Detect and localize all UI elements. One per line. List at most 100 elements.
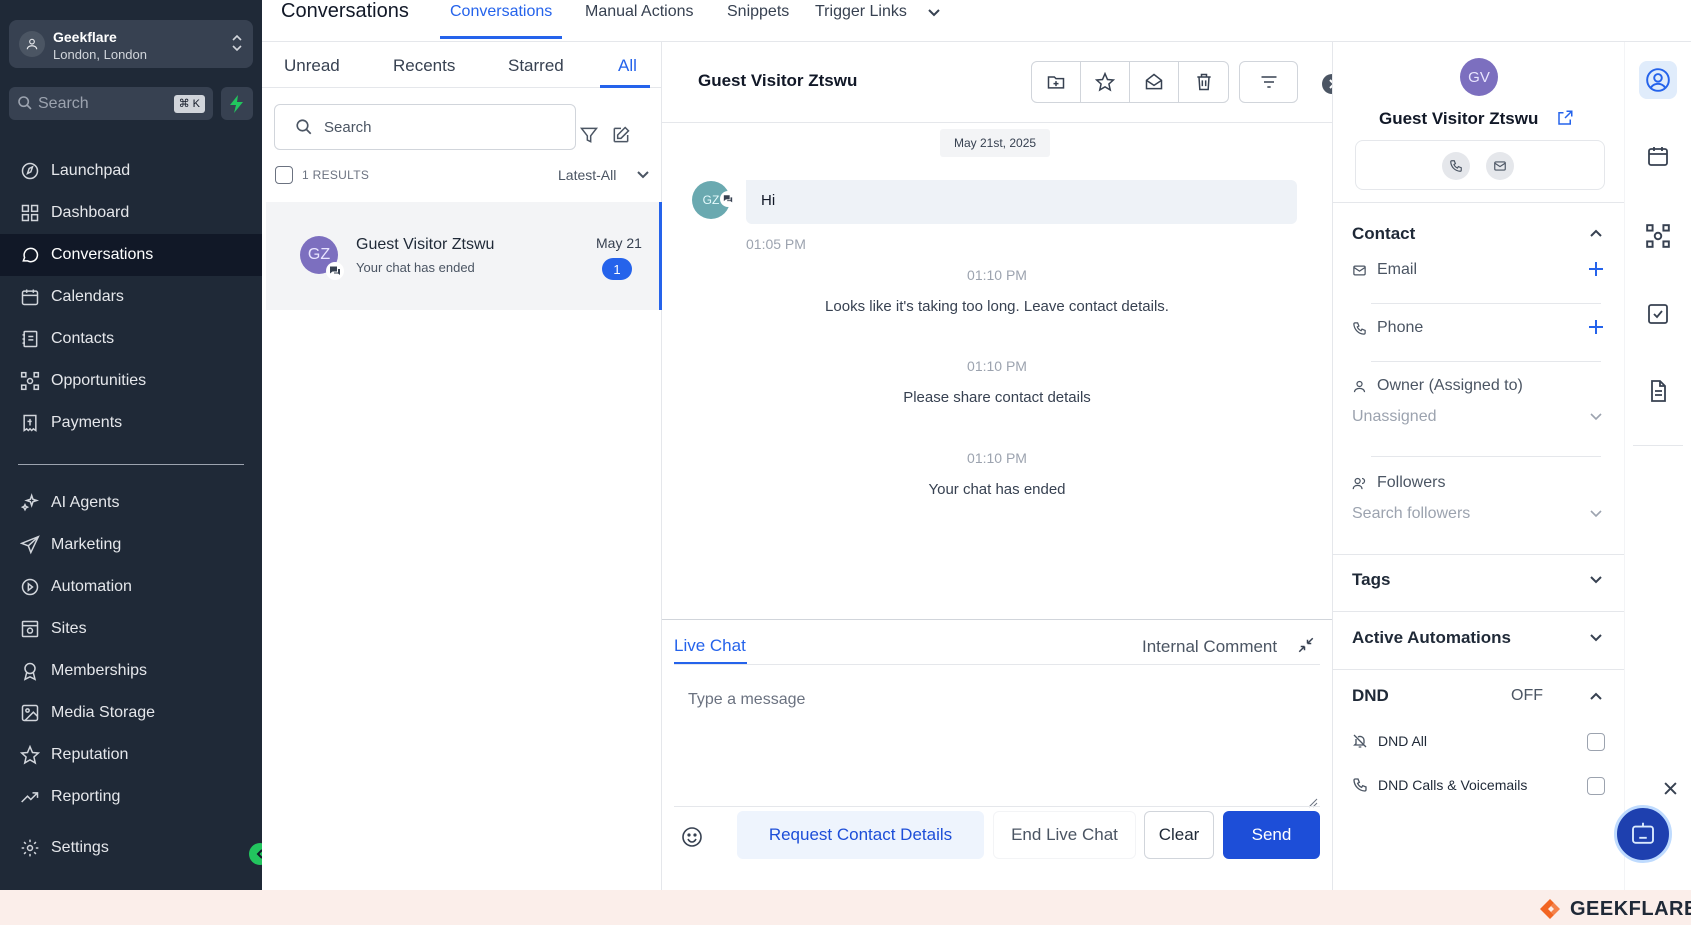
sidebar-item-ai-agents[interactable]: AI Agents (0, 482, 262, 524)
contact-profile-icon[interactable] (1639, 61, 1677, 99)
external-link-icon[interactable] (1556, 109, 1574, 127)
sidebar-search[interactable]: Search ⌘ K (9, 87, 213, 120)
trash-icon (1196, 73, 1211, 91)
sidebar-item-sites[interactable]: Sites (0, 608, 262, 650)
message-filter-button[interactable] (1239, 61, 1298, 103)
chevron-down-icon[interactable] (1589, 507, 1603, 521)
chevron-down-icon[interactable] (927, 6, 941, 20)
tab-conversations[interactable]: Conversations (450, 3, 552, 21)
sidebar-item-label: Calendars (51, 288, 124, 305)
delete-button[interactable] (1179, 62, 1228, 102)
section-tags-title[interactable]: Tags (1352, 570, 1390, 590)
system-message-time: 01:10 PM (967, 450, 1027, 466)
clear-button[interactable]: Clear (1144, 811, 1214, 859)
phone-field[interactable]: Phone (1352, 319, 1423, 337)
user-icon (1352, 379, 1367, 394)
mail-icon[interactable] (1486, 152, 1514, 180)
move-to-folder-button[interactable] (1032, 62, 1081, 102)
sidebar-item-dashboard[interactable]: Dashboard (0, 192, 262, 234)
message-input[interactable]: Type a message (688, 691, 805, 709)
account-name: Geekflare (53, 29, 117, 45)
add-phone-icon[interactable] (1588, 319, 1604, 335)
conversation-list-item[interactable]: GZ Guest Visitor Ztswu Your chat has end… (266, 202, 662, 310)
tab-trigger-links[interactable]: Trigger Links (815, 3, 907, 21)
email-label: Email (1377, 261, 1418, 278)
section-automations-title[interactable]: Active Automations (1352, 628, 1511, 648)
sidebar-item-label: Conversations (51, 246, 154, 263)
sparkle-icon (18, 491, 42, 515)
send-icon (18, 533, 42, 557)
dnd-all-checkbox[interactable] (1587, 733, 1605, 751)
opportunities-icon[interactable] (1639, 217, 1677, 255)
account-switcher[interactable]: Geekflare London, London (9, 20, 253, 68)
chevron-down-icon[interactable] (1589, 573, 1603, 587)
unread-badge: 1 (602, 258, 632, 280)
sidebar-item-payments[interactable]: Payments (0, 402, 262, 444)
sidebar-item-media-storage[interactable]: Media Storage (0, 692, 262, 734)
tab-snippets[interactable]: Snippets (727, 3, 789, 21)
select-all-checkbox[interactable] (275, 166, 293, 184)
contacts-icon (18, 327, 42, 351)
filter-lines-icon (1261, 76, 1276, 88)
sidebar-item-reporting[interactable]: Reporting (0, 776, 262, 818)
sort-select[interactable]: Latest-All (558, 167, 616, 183)
dnd-status: OFF (1511, 687, 1543, 704)
close-icon[interactable] (1664, 782, 1677, 795)
section-dnd-title[interactable]: DND (1352, 686, 1389, 706)
search-icon (295, 118, 313, 136)
quick-action-button[interactable] (221, 87, 253, 120)
owner-select[interactable]: Unassigned (1352, 408, 1437, 426)
followers-field-label: Followers (1352, 474, 1445, 492)
section-contact-title[interactable]: Contact (1352, 224, 1415, 244)
sidebar-item-launchpad[interactable]: Launchpad (0, 150, 262, 192)
subtab-recents[interactable]: Recents (393, 56, 455, 76)
message-time: 01:05 PM (746, 236, 806, 252)
conversation-list-panel: Unread Recents Starred All Search 1 RESU… (262, 42, 662, 890)
chevron-down-icon[interactable] (1589, 631, 1603, 645)
sidebar-item-opportunities[interactable]: Opportunities (0, 360, 262, 402)
bolt-icon (230, 94, 243, 113)
sidebar-item-memberships[interactable]: Memberships (0, 650, 262, 692)
assistant-launcher-button[interactable] (1614, 805, 1672, 863)
subtab-all[interactable]: All (618, 56, 637, 76)
end-live-chat-button[interactable]: End Live Chat (993, 811, 1136, 859)
add-email-icon[interactable] (1588, 261, 1604, 277)
sidebar-item-reputation[interactable]: Reputation (0, 734, 262, 776)
dnd-all-label: DND All (1378, 733, 1428, 749)
mark-unread-button[interactable] (1130, 62, 1179, 102)
chevron-down-icon[interactable] (1589, 410, 1603, 424)
followers-search-input[interactable]: Search followers (1352, 505, 1470, 523)
owner-field-label: Owner (Assigned to) (1352, 377, 1523, 395)
dnd-calls-checkbox[interactable] (1587, 777, 1605, 795)
dnd-calls-row: DND Calls & Voicemails (1352, 777, 1527, 793)
sidebar-item-contacts[interactable]: Contacts (0, 318, 262, 360)
phone-icon[interactable] (1442, 152, 1470, 180)
sidebar-item-calendars[interactable]: Calendars (0, 276, 262, 318)
chevron-up-icon[interactable] (1589, 689, 1603, 703)
tab-live-chat[interactable]: Live Chat (674, 636, 746, 656)
task-check-icon[interactable] (1639, 295, 1677, 333)
subtab-unread[interactable]: Unread (284, 56, 340, 76)
sidebar-item-settings[interactable]: Settings (0, 827, 262, 869)
tab-internal-comment[interactable]: Internal Comment (1142, 637, 1277, 657)
subtab-starred[interactable]: Starred (508, 56, 564, 76)
avatar: GV (1460, 58, 1498, 96)
contact-details-panel: GV Guest Visitor Ztswu Contact Email Pho… (1332, 42, 1625, 890)
request-contact-details-button[interactable]: Request Contact Details (737, 811, 984, 859)
sidebar-item-automation[interactable]: Automation (0, 566, 262, 608)
collapse-icon[interactable] (1297, 636, 1315, 654)
emoji-icon[interactable] (680, 825, 704, 849)
send-button[interactable]: Send (1223, 811, 1320, 859)
email-field[interactable]: Email (1352, 261, 1417, 279)
chevron-down-icon[interactable] (636, 168, 650, 182)
star-button[interactable] (1081, 62, 1130, 102)
tab-manual-actions[interactable]: Manual Actions (585, 3, 694, 21)
sidebar-item-marketing[interactable]: Marketing (0, 524, 262, 566)
chevron-up-icon[interactable] (1589, 226, 1603, 240)
conversation-search-input[interactable]: Search (274, 104, 576, 150)
document-icon[interactable] (1639, 372, 1677, 410)
calendar-icon[interactable] (1639, 137, 1677, 175)
sidebar-item-conversations[interactable]: Conversations (0, 234, 262, 276)
filter-icon[interactable] (576, 122, 602, 148)
compose-icon[interactable] (608, 122, 634, 148)
